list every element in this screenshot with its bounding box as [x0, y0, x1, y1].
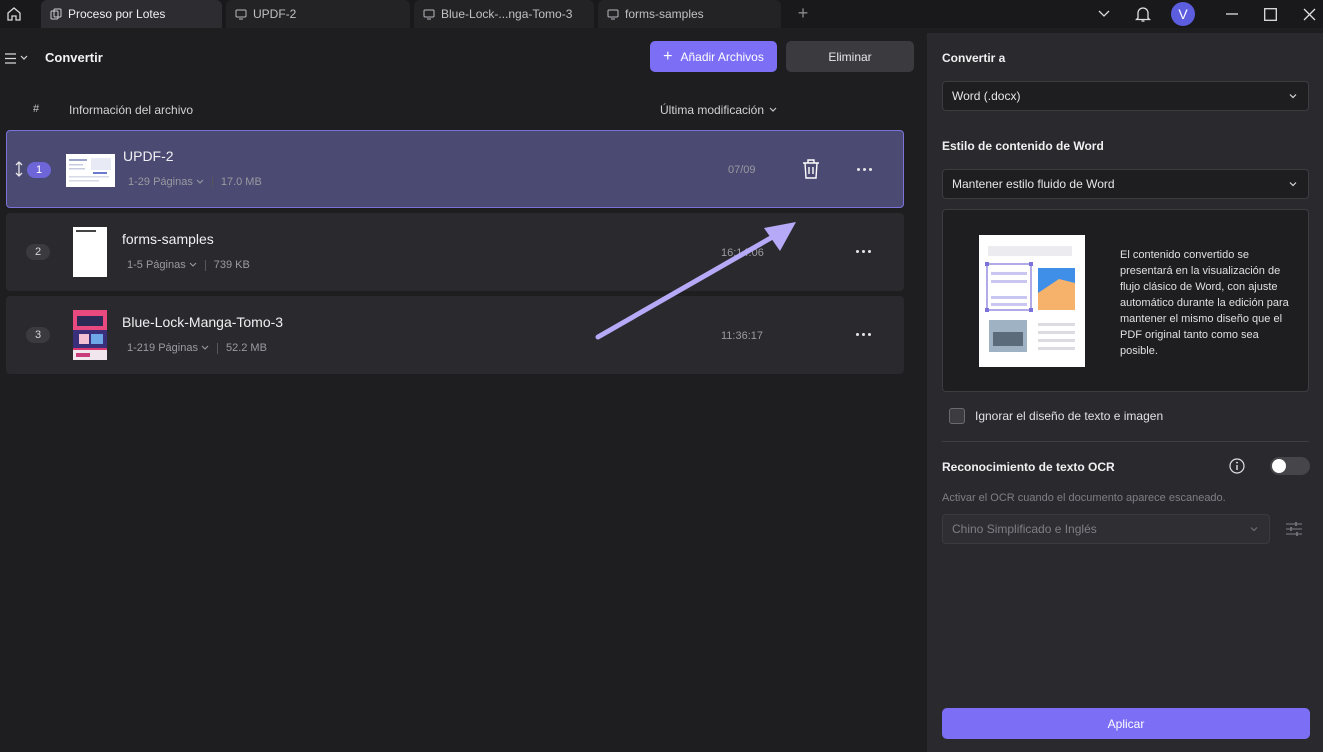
word-style-value: Mantener estilo fluido de Word: [952, 177, 1115, 191]
delete-button[interactable]: Eliminar: [786, 41, 914, 72]
column-header-modified[interactable]: Última modificación: [660, 103, 777, 117]
annotation-arrow: [595, 222, 796, 340]
column-header-label: Última modificación: [660, 103, 765, 117]
drag-handle-icon[interactable]: [14, 161, 24, 179]
style-preview: El contenido convertido se presentará en…: [942, 209, 1309, 392]
batch-icon: [49, 7, 63, 21]
divider: [942, 441, 1309, 442]
row-number: 2: [26, 244, 50, 260]
more-options-icon[interactable]: [852, 324, 874, 344]
table-row[interactable]: 1 UPDF-2 1-29 Páginas 17.0 MB 07/09: [6, 130, 904, 208]
tab-label: UPDF-2: [253, 7, 297, 21]
batch-list-area: Convertir + Añadir Archivos Eliminar # I…: [0, 33, 925, 752]
tab-updf-2[interactable]: UPDF-2: [226, 0, 410, 28]
word-style-label: Estilo de contenido de Word: [942, 139, 1104, 153]
file-thumbnail: [73, 310, 107, 360]
ocr-language-value: Chino Simplificado e Inglés: [952, 522, 1097, 536]
file-name: forms-samples: [122, 231, 214, 247]
hamburger-icon: [5, 52, 16, 64]
bell-icon[interactable]: [1133, 3, 1153, 25]
info-icon[interactable]: [1229, 458, 1245, 474]
document-icon: [234, 7, 248, 21]
file-meta: 1-5 Páginas 739 KB: [127, 259, 250, 271]
more-options-icon[interactable]: [852, 241, 874, 261]
modified-time: 07/09: [728, 164, 756, 176]
tab-blue-lock[interactable]: Blue-Lock-...nga-Tomo-3: [414, 0, 594, 28]
meta-divider: [211, 176, 213, 188]
convert-to-select[interactable]: Word (.docx): [942, 81, 1309, 111]
ignore-layout-label: Ignorar el diseño de texto e imagen: [975, 409, 1164, 423]
ignore-layout-checkbox[interactable]: [949, 408, 965, 424]
file-name: Blue-Lock-Manga-Tomo-3: [122, 314, 284, 330]
chevron-down-icon: [196, 179, 204, 184]
plus-icon: +: [663, 47, 673, 65]
tab-label: Blue-Lock-...nga-Tomo-3: [441, 7, 573, 21]
row-number: 3: [26, 327, 50, 343]
trash-icon[interactable]: [802, 158, 820, 180]
ocr-label: Reconocimiento de texto OCR: [942, 460, 1115, 474]
page-title: Convertir: [45, 50, 103, 65]
page-range[interactable]: 1-29 Páginas: [128, 176, 193, 188]
ignore-layout-option[interactable]: Ignorar el diseño de texto e imagen: [949, 408, 1163, 424]
chevron-down-icon[interactable]: [1094, 3, 1114, 25]
new-tab-plus-icon[interactable]: +: [793, 4, 813, 24]
ocr-toggle[interactable]: [1270, 457, 1310, 475]
convert-to-label: Convertir a: [942, 51, 1006, 65]
file-size: 17.0 MB: [220, 176, 262, 188]
file-thumbnail: [73, 227, 107, 277]
word-style-select[interactable]: Mantener estilo fluido de Word: [942, 169, 1309, 199]
more-options-icon[interactable]: [853, 159, 875, 179]
tab-forms-samples[interactable]: forms-samples: [598, 0, 781, 28]
page-range[interactable]: 1-5 Páginas: [127, 259, 186, 271]
file-meta: 1-29 Páginas 17.0 MB: [128, 176, 262, 188]
file-size: 52.2 MB: [225, 342, 267, 354]
tab-label: forms-samples: [625, 7, 704, 21]
avatar[interactable]: V: [1171, 2, 1195, 26]
home-icon[interactable]: [4, 4, 24, 24]
title-bar: Proceso por Lotes UPDF-2 Blue-Lock-...ng…: [0, 0, 1323, 28]
chevron-down-icon: [769, 107, 777, 112]
meta-divider: [216, 342, 218, 354]
chevron-down-icon: [20, 55, 28, 60]
maximize-icon[interactable]: [1260, 3, 1280, 25]
document-icon: [422, 7, 436, 21]
word-flow-illustration: [979, 235, 1085, 367]
ocr-hint: Activar el OCR cuando el documento apare…: [942, 492, 1226, 504]
column-header-file-info: Información del archivo: [69, 103, 194, 117]
chevron-down-icon: [189, 262, 197, 267]
chevron-down-icon: [201, 345, 209, 350]
tab-label: Proceso por Lotes: [68, 7, 166, 21]
tab-batch-process[interactable]: Proceso por Lotes: [41, 0, 222, 28]
file-name: UPDF-2: [123, 148, 174, 164]
file-size: 739 KB: [213, 259, 250, 271]
row-number: 1: [27, 162, 51, 178]
sliders-icon[interactable]: [1285, 520, 1303, 538]
toggle-knob: [1272, 459, 1286, 473]
add-files-button[interactable]: + Añadir Archivos: [650, 41, 777, 72]
add-files-label: Añadir Archivos: [680, 49, 764, 64]
file-thumbnail: [66, 154, 115, 187]
conversion-settings-panel: Convertir a Word (.docx) Estilo de conte…: [927, 33, 1323, 752]
page-range[interactable]: 1-219 Páginas: [127, 342, 198, 354]
meta-divider: [204, 259, 206, 271]
file-meta: 1-219 Páginas 52.2 MB: [127, 342, 267, 354]
menu-button[interactable]: [5, 50, 33, 66]
chevron-down-icon: [1289, 182, 1297, 187]
chevron-down-icon: [1289, 94, 1297, 99]
style-description: El contenido convertido se presentará en…: [1120, 249, 1289, 357]
chevron-down-icon: [1250, 527, 1258, 532]
column-header-number: #: [33, 103, 40, 115]
close-icon[interactable]: [1299, 3, 1319, 25]
convert-to-value: Word (.docx): [952, 89, 1021, 103]
apply-button[interactable]: Aplicar: [942, 708, 1310, 739]
ocr-language-select[interactable]: Chino Simplificado e Inglés: [942, 514, 1270, 544]
minimize-icon[interactable]: [1222, 3, 1242, 25]
document-icon: [606, 7, 620, 21]
